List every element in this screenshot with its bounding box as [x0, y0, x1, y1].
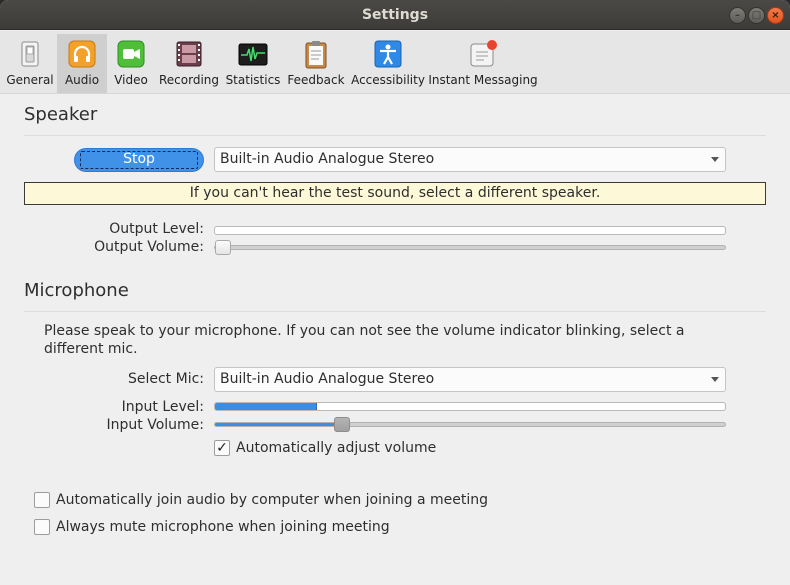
microphone-heading: Microphone — [24, 280, 129, 301]
input-volume-fill — [215, 423, 342, 426]
select-mic-label: Select Mic: — [127, 371, 204, 387]
tab-label: Statistics — [225, 73, 281, 87]
speaker-divider — [24, 135, 766, 136]
tab-label: Instant Messaging — [428, 73, 538, 87]
tab-label: Feedback — [287, 73, 345, 87]
video-camera-icon — [116, 39, 146, 69]
tab-label: General — [6, 73, 54, 87]
input-volume-handle[interactable] — [333, 417, 350, 432]
auto-adjust-volume-label: Automatically adjust volume — [236, 440, 437, 456]
chat-notification-icon — [468, 39, 498, 69]
toggle-switch-icon — [15, 39, 45, 69]
window-title: Settings — [361, 7, 429, 23]
input-level-label: Input Level: — [121, 399, 204, 415]
speaker-select[interactable]: Built-in Audio Analogue Stereo — [214, 147, 726, 172]
tab-feedback[interactable]: Feedback — [287, 34, 345, 93]
test-speaker-stop-button[interactable]: Stop — [74, 148, 204, 172]
chevron-down-icon — [711, 377, 719, 382]
audio-settings-panel: Speaker Stop Built-in Audio Analogue Ste… — [0, 95, 790, 585]
settings-window: Settings – □ × General Audio Video Recor… — [0, 0, 790, 585]
close-icon[interactable]: × — [767, 7, 784, 24]
chevron-down-icon — [711, 157, 719, 162]
check-mark-icon: ✓ — [216, 440, 228, 456]
waveform-monitor-icon — [238, 39, 268, 69]
input-volume-slider[interactable] — [214, 417, 726, 432]
tab-video[interactable]: Video — [110, 34, 152, 93]
auto-join-audio-option[interactable]: Automatically join audio by computer whe… — [34, 492, 488, 508]
tab-audio[interactable]: Audio — [57, 34, 107, 93]
tab-accessibility[interactable]: Accessibility — [351, 34, 425, 93]
input-level-meter — [214, 402, 726, 411]
title-bar[interactable]: Settings – □ × — [0, 0, 790, 30]
output-volume-slider[interactable] — [214, 240, 726, 255]
tab-instant-messaging[interactable]: Instant Messaging — [428, 34, 538, 93]
headphones-icon — [67, 39, 97, 69]
auto-join-audio-checkbox[interactable] — [34, 492, 50, 508]
microphone-select-value: Built-in Audio Analogue Stereo — [220, 371, 435, 387]
settings-tabs-toolbar: General Audio Video Recording Statistics… — [0, 31, 790, 94]
microphone-select[interactable]: Built-in Audio Analogue Stereo — [214, 367, 726, 392]
output-volume-handle[interactable] — [215, 240, 231, 255]
microphone-divider — [24, 311, 766, 312]
always-mute-mic-checkbox[interactable] — [34, 519, 50, 535]
auto-join-audio-label: Automatically join audio by computer whe… — [56, 492, 489, 508]
speaker-select-value: Built-in Audio Analogue Stereo — [220, 151, 435, 167]
auto-adjust-volume-option[interactable]: ✓ Automatically adjust volume — [214, 440, 436, 456]
accessibility-person-icon — [373, 39, 403, 69]
tab-label: Recording — [158, 73, 220, 87]
tab-label: Video — [114, 73, 148, 87]
stop-button-label: Stop — [123, 151, 155, 167]
microphone-instructions: Please speak to your microphone. If you … — [44, 323, 685, 357]
output-level-label: Output Level: — [109, 221, 204, 237]
tab-recording[interactable]: Recording — [159, 34, 219, 93]
speaker-heading: Speaker — [24, 104, 98, 125]
film-strip-icon — [174, 39, 204, 69]
always-mute-mic-option[interactable]: Always mute microphone when joining meet… — [34, 519, 390, 535]
input-level-fill — [215, 403, 317, 410]
tab-statistics[interactable]: Statistics — [225, 34, 281, 93]
clipboard-icon — [301, 39, 331, 69]
output-volume-label: Output Volume: — [94, 239, 204, 255]
maximize-icon[interactable]: □ — [748, 7, 765, 24]
speaker-notice-banner: If you can't hear the test sound, select… — [24, 182, 766, 205]
always-mute-mic-label: Always mute microphone when joining meet… — [56, 519, 390, 535]
tab-label: Accessibility — [351, 73, 425, 87]
input-volume-label: Input Volume: — [106, 417, 205, 433]
tab-general[interactable]: General — [4, 34, 56, 93]
output-level-meter — [214, 226, 726, 235]
auto-adjust-volume-checkbox[interactable]: ✓ — [214, 440, 230, 456]
minimize-icon[interactable]: – — [729, 7, 746, 24]
tab-label: Audio — [64, 73, 100, 87]
